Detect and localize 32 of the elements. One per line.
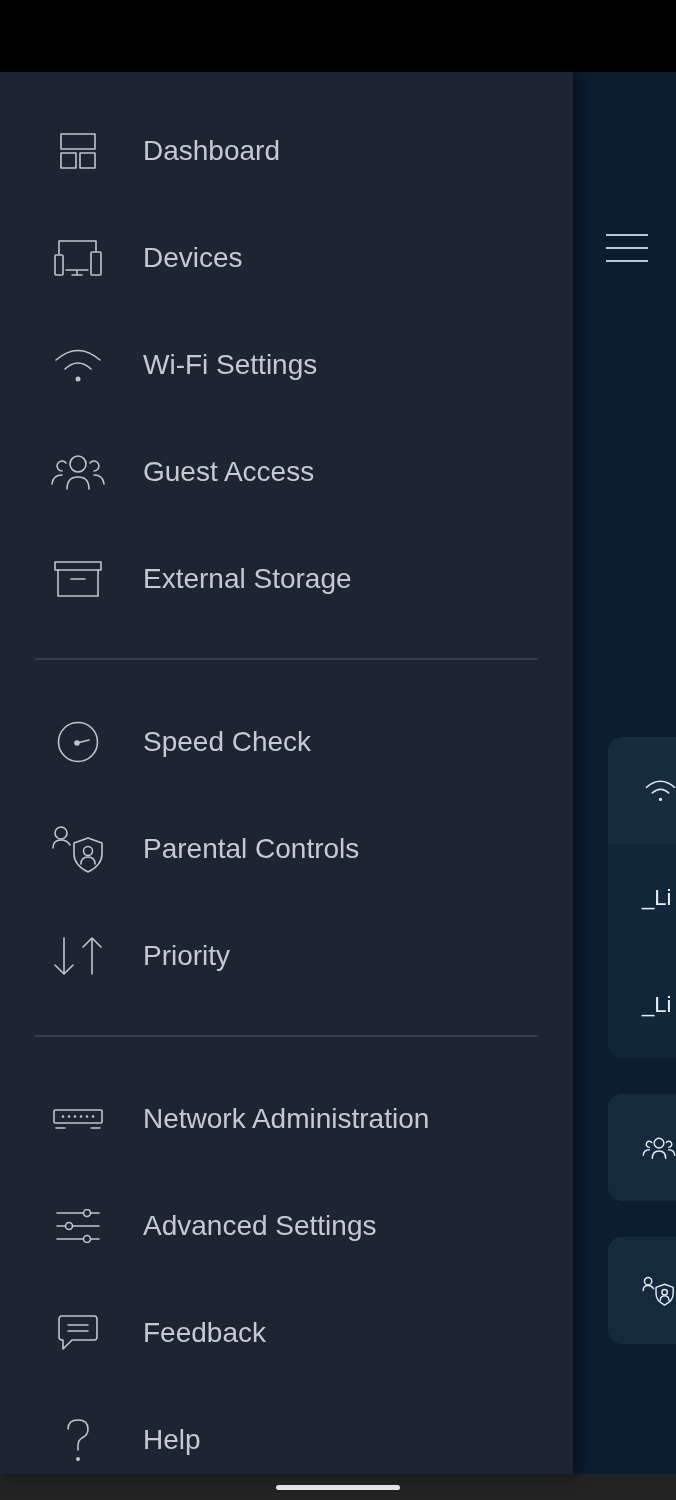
chat-bubble-icon	[58, 1315, 98, 1351]
row-label: _Li	[642, 991, 672, 1018]
person-shield-icon	[642, 1275, 675, 1306]
menu-icon	[606, 234, 648, 262]
layout-grid-icon	[60, 133, 96, 169]
menu-item[interactable]: Parental Controls	[50, 817, 360, 881]
menu-item[interactable]: Dashboard	[50, 119, 280, 183]
menu-item[interactable]: Advanced Settings	[50, 1194, 377, 1258]
menu-item[interactable]: External Storage	[50, 547, 352, 611]
up-down-arrows-icon	[52, 936, 104, 976]
people-icon	[642, 1136, 676, 1159]
wifi-icon	[54, 347, 102, 383]
people-icon	[50, 454, 106, 490]
menu-button[interactable]	[606, 234, 648, 262]
sliders-icon	[56, 1209, 100, 1243]
menu-item[interactable]: Feedback	[50, 1301, 266, 1365]
wifi-icon	[645, 779, 676, 802]
row-label: _Li	[642, 884, 672, 911]
person-shield-icon	[51, 825, 105, 873]
network-device-icon	[53, 1109, 103, 1129]
archive-box-icon	[54, 561, 102, 597]
home-indicator[interactable]	[276, 1484, 400, 1490]
menu-item[interactable]: Wi-Fi Settings	[50, 333, 318, 397]
devices-icon	[54, 240, 102, 276]
menu-item[interactable]: Guest Access	[50, 440, 315, 504]
menu-item[interactable]: Speed Check	[50, 710, 312, 774]
speedometer-icon	[57, 721, 99, 763]
menu-item[interactable]: Devices	[50, 226, 243, 290]
menu-item[interactable]: Help	[50, 1408, 201, 1472]
question-mark-icon	[66, 1418, 90, 1462]
menu-item[interactable]: Priority	[50, 924, 231, 988]
menu-item[interactable]: Network Administration	[50, 1087, 430, 1151]
